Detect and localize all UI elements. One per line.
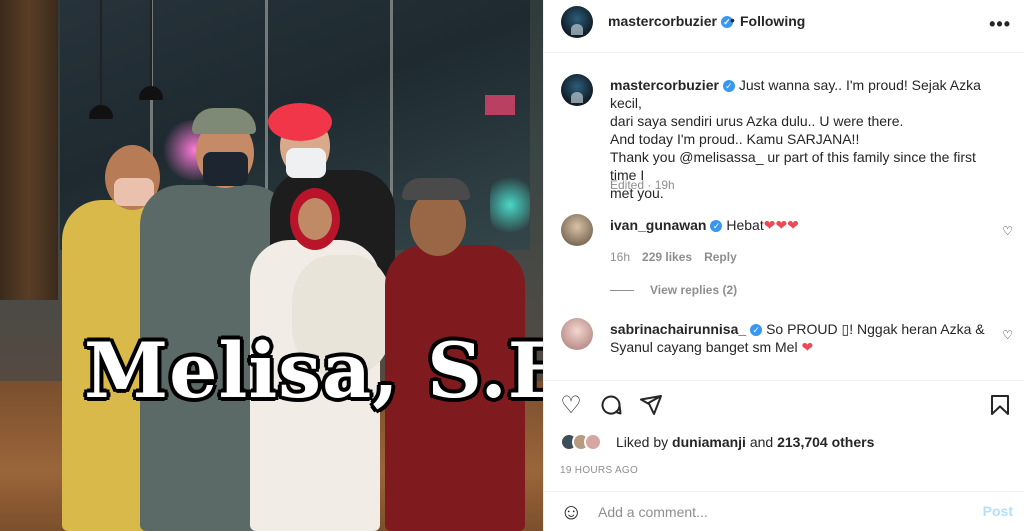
heart-emoji-icon: ❤❤❤: [763, 217, 799, 233]
photo-face-mask: [203, 152, 248, 186]
photo-neon-light: [485, 95, 515, 115]
view-replies-label: View replies (2): [650, 283, 738, 297]
share-icon[interactable]: [638, 393, 664, 419]
verified-badge-icon: ✓: [750, 324, 763, 337]
comment-username[interactable]: ivan_gunawan: [610, 217, 706, 233]
comment-username[interactable]: sabrinachairunnisa_: [610, 321, 746, 337]
post-photo[interactable]: Melisa, S.E.: [0, 0, 543, 531]
following-button[interactable]: Following: [740, 13, 805, 29]
liked-by-and: and: [749, 434, 774, 450]
photo-lamp: [150, 0, 152, 90]
liked-by-others[interactable]: 213,704 others: [777, 434, 874, 450]
bookmark-icon[interactable]: [987, 393, 1013, 419]
photo-cap: [192, 108, 256, 134]
author-avatar[interactable]: [561, 6, 593, 38]
comment-likes[interactable]: 229 likes: [642, 250, 692, 264]
comment-like-heart-icon[interactable]: ♡: [1002, 224, 1013, 238]
heart-emoji-icon: ❤: [801, 339, 814, 355]
comment-avatar[interactable]: [561, 318, 593, 350]
liked-by-user[interactable]: duniamanji: [672, 434, 746, 450]
add-comment-bar: ☺ Post: [544, 491, 1024, 531]
comment-meta: 16h 229 likes Reply: [610, 250, 749, 264]
comment-text: Syanul cayang banget sm Mel: [610, 339, 798, 355]
post-comment-button[interactable]: Post: [983, 503, 1013, 519]
liked-by-prefix: Liked by: [616, 434, 669, 450]
comment-input[interactable]: [598, 501, 958, 523]
post-header: mastercorbuzier ✓ • Following •••: [544, 0, 1024, 53]
comment-reply-button[interactable]: Reply: [704, 250, 737, 264]
caption-line: dari saya sendiri urus Azka dulu.. U wer…: [610, 113, 904, 129]
header-separator: •: [730, 12, 735, 28]
photo-pillar: [0, 0, 58, 300]
verified-badge-icon: ✓: [710, 220, 723, 233]
caption-author-avatar[interactable]: [561, 74, 593, 106]
photo-person-head: [298, 198, 332, 240]
comment-text: Hebat: [726, 217, 764, 233]
more-options-icon[interactable]: •••: [989, 14, 1011, 35]
caption-meta: Edited · 19h: [610, 178, 675, 192]
caption-line: And today I'm proud.. Kamu SARJANA!!: [610, 131, 860, 147]
photo-cap: [402, 178, 470, 200]
replies-divider: [610, 290, 634, 292]
comment-time: 16h: [610, 250, 631, 264]
verified-badge-icon: ✓: [722, 80, 735, 93]
liked-by-text: Liked by duniamanji and 213,704 others: [616, 434, 874, 450]
liker-avatar: [584, 433, 602, 451]
comment-text: So PROUD ▯! Nggak heran Azka &: [766, 321, 985, 337]
view-replies-button[interactable]: View replies (2): [610, 283, 737, 297]
comment-like-heart-icon[interactable]: ♡: [1002, 328, 1013, 342]
photo-lamp: [100, 0, 102, 110]
post-timestamp[interactable]: 19 HOURS AGO: [560, 465, 638, 476]
post-side-panel: mastercorbuzier ✓ • Following ••• masterc…: [543, 0, 1024, 531]
author-username[interactable]: mastercorbuzier: [608, 13, 717, 29]
post-actions: ♡ Liked by duniamanji and 213,704 others…: [544, 380, 1024, 480]
comment-avatar[interactable]: [561, 214, 593, 246]
comments-section[interactable]: mastercorbuzier ✓ Just wanna say.. I'm pr…: [544, 54, 1024, 379]
emoji-icon[interactable]: ☺: [560, 500, 584, 524]
author-username-row: mastercorbuzier ✓: [608, 13, 733, 29]
heart-icon[interactable]: ♡: [558, 393, 584, 419]
comment: ivan_gunawan ✓ Hebat❤❤❤: [610, 216, 1005, 234]
comment-icon[interactable]: [598, 393, 624, 419]
photo-face-mask: [286, 148, 326, 178]
comment: sabrinachairunnisa_ ✓ So PROUD ▯! Nggak h…: [610, 320, 1005, 356]
caption-username[interactable]: mastercorbuzier: [610, 77, 719, 93]
photo-caption-overlay: Melisa, S.E.: [84, 326, 543, 415]
photo-red-hair: [268, 103, 332, 141]
photo-neon-light: [490, 170, 530, 240]
